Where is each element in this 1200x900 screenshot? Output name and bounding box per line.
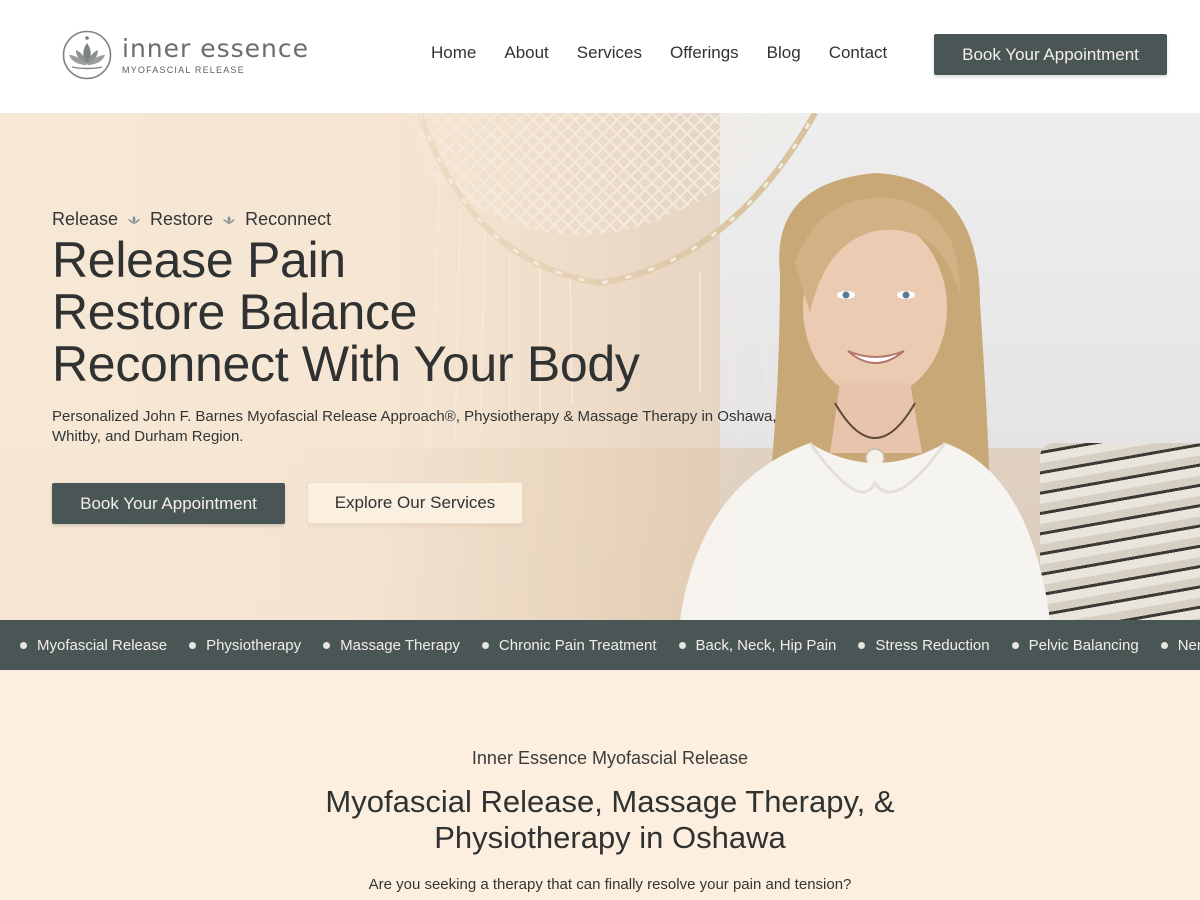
lotus-icon	[128, 215, 141, 224]
hero-title-line: Restore Balance	[52, 284, 418, 340]
lotus-icon	[223, 215, 236, 224]
ticker-item: Nervous	[1160, 636, 1200, 654]
bullet-dot-icon	[481, 641, 489, 649]
intro-section: Inner Essence Myofascial Release Myofasc…	[0, 670, 1200, 900]
bullet-dot-icon	[1160, 641, 1168, 649]
ticker-label: Nervous	[1177, 636, 1200, 654]
ticker-item: Chronic Pain Treatment	[481, 636, 657, 654]
hero-title: Release Pain Restore Balance Reconnect W…	[52, 234, 772, 390]
kicker-release: Release	[52, 209, 119, 229]
hero-title-line: Release Pain	[52, 232, 346, 288]
nav-offerings[interactable]: Offerings	[670, 42, 739, 64]
ticker-item: Stress Reduction	[858, 636, 990, 654]
services-ticker: Myofascial Release Physiotherapy Massage…	[0, 620, 1200, 670]
kicker-reconnect: Reconnect	[245, 209, 332, 229]
intro-title-line: Myofascial Release, Massage Therapy, &	[325, 784, 895, 819]
brand-wordmark: inner essence MYOFASCIAL RELEASE	[122, 33, 310, 75]
ticker-label: Back, Neck, Hip Pain	[695, 636, 837, 654]
ticker-label: Physiotherapy	[206, 636, 302, 654]
ticker-track: Myofascial Release Physiotherapy Massage…	[0, 637, 1200, 654]
nav-home[interactable]: Home	[431, 42, 476, 64]
nav-blog[interactable]: Blog	[767, 42, 801, 64]
ticker-label: Stress Reduction	[875, 636, 990, 654]
brand-name: inner essence	[122, 33, 310, 63]
bullet-dot-icon	[858, 641, 866, 649]
ticker-item: Pelvic Balancing	[1011, 636, 1139, 654]
ticker-item: Massage Therapy	[323, 637, 460, 654]
hero-title-line: Reconnect With Your Body	[52, 336, 640, 392]
intro-eyebrow: Inner Essence Myofascial Release	[471, 748, 749, 768]
ticker-label: Massage Therapy	[340, 636, 460, 654]
intro-question: Are you seeking a therapy that can final…	[368, 876, 852, 893]
ticker-item: Physiotherapy	[189, 637, 301, 654]
brand-logo[interactable]: inner essence MYOFASCIAL RELEASE	[62, 30, 309, 80]
intro-title: Myofascial Release, Massage Therapy, & P…	[0, 784, 1200, 856]
hero-subtitle: Personalized John F. Barnes Myofascial R…	[52, 408, 777, 445]
ticker-label: Pelvic Balancing	[1028, 636, 1139, 654]
site-header: inner essence MYOFASCIAL RELEASE Home Ab…	[0, 0, 1200, 113]
ticker-label: Chronic Pain Treatment	[498, 636, 657, 654]
bullet-dot-icon	[1011, 641, 1019, 649]
nav-services[interactable]: Services	[577, 42, 642, 64]
bullet-dot-icon	[20, 641, 27, 649]
ticker-item: Myofascial Release	[20, 637, 167, 654]
bullet-dot-icon	[678, 641, 686, 649]
intro-title-line: Physiotherapy in Oshawa	[434, 820, 786, 855]
header-book-appointment-button[interactable]: Book Your Appointment	[934, 34, 1167, 75]
main-nav: Home About Services Offerings Blog Conta…	[431, 42, 915, 64]
kicker-restore: Restore	[150, 209, 214, 229]
ticker-label: Myofascial Release	[37, 636, 168, 654]
lotus-circle-icon	[62, 30, 112, 80]
bullet-dot-icon	[189, 641, 197, 649]
hero-kicker: Release Restore Reconnect	[52, 209, 331, 230]
hero-book-appointment-button[interactable]: Book Your Appointment	[52, 483, 285, 524]
nav-about[interactable]: About	[504, 42, 548, 64]
explore-services-button[interactable]: Explore Our Services	[307, 482, 523, 524]
bullet-dot-icon	[323, 641, 331, 649]
nav-contact[interactable]: Contact	[829, 42, 888, 64]
brand-tagline: MYOFASCIAL RELEASE	[122, 64, 245, 75]
ticker-item: Back, Neck, Hip Pain	[678, 636, 837, 654]
hero-section: Release Restore Reconnect Release Pain R…	[0, 113, 1200, 620]
